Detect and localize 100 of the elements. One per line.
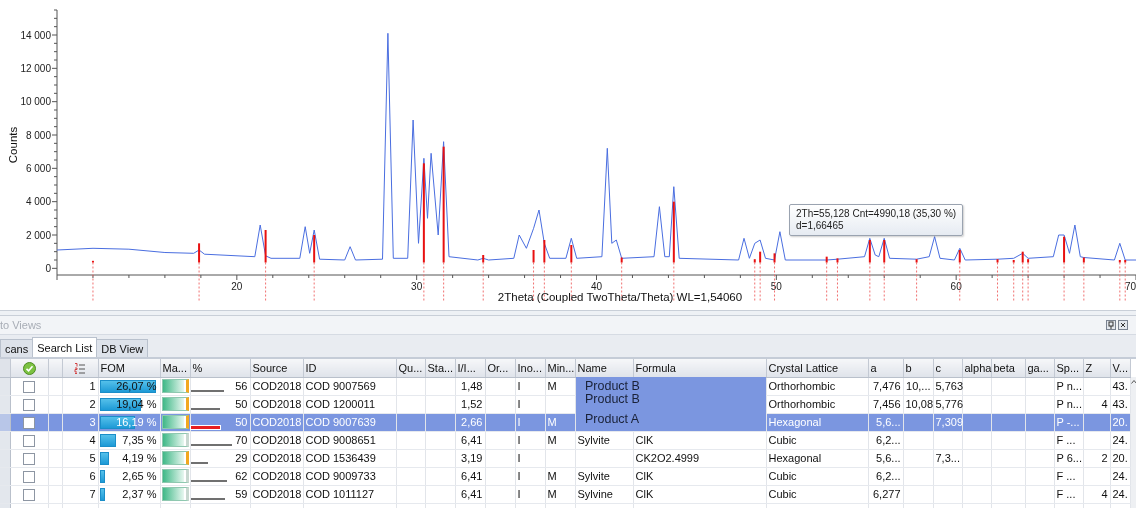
column-header[interactable]: % [190, 359, 250, 377]
axis-tick-label: 6 000 [25, 162, 51, 174]
axis-tick-label: 0 [45, 262, 51, 274]
table-cell: 10,08 [903, 395, 933, 413]
table-cell: 43. [1110, 377, 1130, 395]
column-header[interactable]: Z [1083, 359, 1110, 377]
table-cell: F ... [1054, 431, 1083, 449]
table-cell: 4 [62, 431, 98, 449]
table-row[interactable]: 4 7,35 % 70 COD2018 COD 9008651 6,41 I M Sylvite ClK Cubic 6,2... F ... 24. [0, 431, 1130, 449]
axis-tick-label: 2 000 [25, 229, 51, 241]
table-cell: 5,6... [868, 449, 903, 467]
table-cell: Hexagonal [766, 449, 868, 467]
table-cell: 5 [62, 449, 98, 467]
table-cell: Sylvine [575, 485, 633, 503]
table-row[interactable]: 6 2,65 % 62 COD2018 COD 9009733 6,41 I M Sylvite ClK Cubic 6,2... F ... 24. [0, 467, 1130, 485]
table-cell: 7,476 [868, 377, 903, 395]
fom-value: 4,19 % [121, 452, 158, 464]
table-cell: 6,2... [868, 431, 903, 449]
axis-title: 2Theta (Coupled TwoTheta/Theta) WL=1,54060 [497, 291, 743, 303]
table-cell: COD2018 [250, 395, 303, 413]
table-cell: 24. [1110, 485, 1130, 503]
axis-tick-label: 30 [411, 281, 423, 292]
table-cell: 7 [62, 485, 98, 503]
tooltip-text: 2Th=55,128 Cnt=4990,18 (35,30 %) [796, 208, 957, 220]
table-cell: 6,41 [455, 467, 485, 485]
table-cell: 1,52 [455, 395, 485, 413]
column-header[interactable]: Ma... [160, 359, 190, 377]
fom-value: 2,65 % [121, 470, 158, 482]
column-header[interactable]: c [933, 359, 962, 377]
tab[interactable]: cans [0, 339, 34, 357]
table-cell: COD2018 [250, 431, 303, 449]
table-cell: I [515, 485, 545, 503]
axis-tick-label: 4 000 [25, 196, 51, 208]
column-header[interactable]: alpha [962, 359, 991, 377]
tooltip-text: d=1,66465 [796, 220, 844, 232]
fom-value: 2,37 % [121, 488, 158, 500]
table-cell: 4 [1083, 395, 1110, 413]
axis-tick-label: 60 [950, 281, 962, 292]
column-header[interactable]: FOM [98, 359, 160, 377]
column-header[interactable]: Min... [545, 359, 575, 377]
table-cell: 24. [1110, 431, 1130, 449]
table-cell: 6,277 [868, 485, 903, 503]
column-header[interactable]: Sp... [1054, 359, 1083, 377]
axis-tick-label: 14 000 [20, 29, 51, 41]
table-cell: 2 [62, 395, 98, 413]
table-row[interactable]: 5 4,19 % 29 COD2018 COD 1536439 3,19 I CK2O2.4999 Hexagonal 5,6... 7,3... P 6... 2 20. [0, 449, 1130, 467]
column-header[interactable]: ga... [1025, 359, 1054, 377]
table-cell: M [545, 431, 575, 449]
table-cell: 1,48 [455, 377, 485, 395]
percent-value: 59 [234, 488, 248, 500]
percent-value: 56 [234, 380, 248, 392]
table-cell: COD2018 [250, 449, 303, 467]
table-cell: 6,41 [455, 485, 485, 503]
table-cell: P n... [1054, 395, 1083, 413]
percent-value: 50 [234, 398, 248, 410]
table-cell: F ... [1054, 485, 1083, 503]
axis-tick-label: 8 000 [25, 129, 51, 141]
table-cell: 7,3... [933, 449, 962, 467]
panel-title: to Views [0, 319, 42, 331]
column-header[interactable]: Formula [633, 359, 766, 377]
table-cell: COD 1011127 [303, 485, 396, 503]
column-header[interactable]: Source [250, 359, 303, 377]
table-cell: I [515, 431, 545, 449]
table-cell: I [515, 467, 545, 485]
axis-tick-label: 20 [231, 281, 243, 292]
table-cell: COD 1200011 [303, 395, 396, 413]
column-header[interactable]: Qu... [396, 359, 425, 377]
column-header[interactable]: a [868, 359, 903, 377]
column-header[interactable]: Crystal Lattice [766, 359, 868, 377]
axis-tick-label: 50 [770, 281, 782, 292]
column-header[interactable]: V... [1110, 359, 1130, 377]
column-header[interactable]: Ino... [515, 359, 545, 377]
column-header[interactable]: Name [575, 359, 633, 377]
table-cell: Cubic [766, 467, 868, 485]
overlay-label: Product A [585, 413, 641, 426]
axis-tick-label: 70 [1124, 281, 1136, 292]
table-cell: 2 [1083, 449, 1110, 467]
percent-value: 50 [234, 416, 248, 428]
table-cell: P 6... [1054, 449, 1083, 467]
tab[interactable]: Search List [32, 337, 98, 357]
table-cell: Cubic [766, 431, 868, 449]
column-header[interactable]: Or... [485, 359, 515, 377]
column-header[interactable]: I/I... [455, 359, 485, 377]
axis-tick-label: 12 000 [20, 62, 51, 74]
column-header[interactable]: b [903, 359, 933, 377]
table-cell: I [515, 449, 545, 467]
fom-value: 7,35 % [121, 434, 158, 446]
column-header[interactable]: beta [991, 359, 1025, 377]
table-cell: 7,456 [868, 395, 903, 413]
table-cell: COD 1536439 [303, 449, 396, 467]
table-cell: ClK [633, 485, 766, 503]
column-header[interactable]: Sta... [425, 359, 455, 377]
overlay-label: Product B [585, 393, 641, 406]
table-row[interactable]: 7 2,37 % 59 COD2018 COD 1011127 6,41 I M Sylvine ClK Cubic 6,277 F ... 4 24. [0, 485, 1130, 503]
fom-value: 16,19 % [115, 416, 158, 428]
table-cell: M [545, 467, 575, 485]
table-cell: 5,763 [933, 377, 962, 395]
tab[interactable]: DB View [96, 339, 149, 357]
table-cell: 1 [62, 377, 98, 395]
column-header[interactable]: ID [303, 359, 396, 377]
